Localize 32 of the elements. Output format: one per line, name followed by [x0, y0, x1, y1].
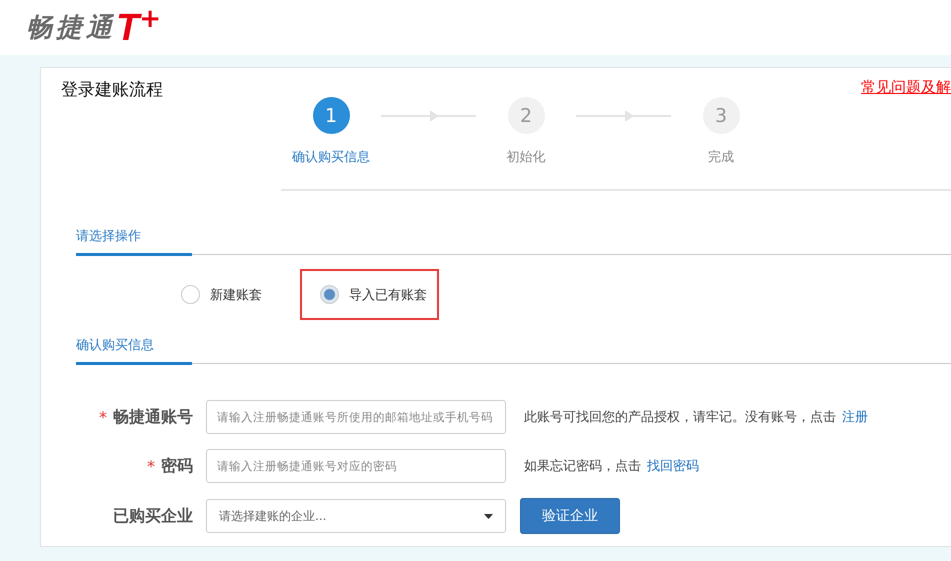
logo-text: 畅捷通	[26, 12, 116, 45]
step-label: 确认购买信息	[292, 149, 370, 166]
panel-title: 登录建账流程	[61, 79, 163, 101]
required-mark: *	[147, 456, 155, 476]
step-label: 初始化	[506, 149, 546, 166]
input-field[interactable]: 请输入注册畅捷通账号所使用的邮箱地址或手机号码	[206, 400, 506, 434]
radio-icon[interactable]	[320, 285, 339, 304]
field-label: 已购买企业	[113, 506, 193, 526]
field-link[interactable]: 注册	[842, 408, 868, 426]
caret-icon	[484, 514, 493, 518]
field-hint: 此账号可找回您的产品授权，请牢记。没有账号，点击	[524, 409, 836, 426]
section-heading: 确认购买信息	[76, 336, 192, 365]
required-mark: *	[99, 408, 107, 426]
arrow-icon	[576, 111, 671, 121]
logo-mark: T	[116, 8, 140, 46]
field-link[interactable]: 找回密码	[647, 457, 699, 475]
step-number: 2	[508, 97, 544, 134]
field-hint: 如果忘记密码，点击	[524, 458, 641, 475]
company-select[interactable]: 请选择建账的企业...	[206, 499, 506, 533]
arrow-icon	[381, 111, 476, 121]
verify-button[interactable]: 验证企业	[520, 498, 620, 534]
section-heading: 请选择操作	[76, 227, 192, 256]
input-field[interactable]: 请输入注册畅捷通账号对应的密码	[206, 449, 506, 483]
radio-icon[interactable]	[181, 285, 200, 304]
help-link[interactable]: 常见问题及解	[861, 78, 951, 101]
field-label: 密码	[161, 456, 193, 476]
step-label: 完成	[708, 149, 734, 166]
step-number: 1	[312, 97, 350, 134]
step-number: 3	[702, 97, 740, 134]
radio-option[interactable]: 导入已有账套	[300, 269, 439, 320]
radio-option[interactable]: 新建账套	[161, 269, 274, 320]
field-label: 畅捷通账号	[113, 406, 193, 428]
